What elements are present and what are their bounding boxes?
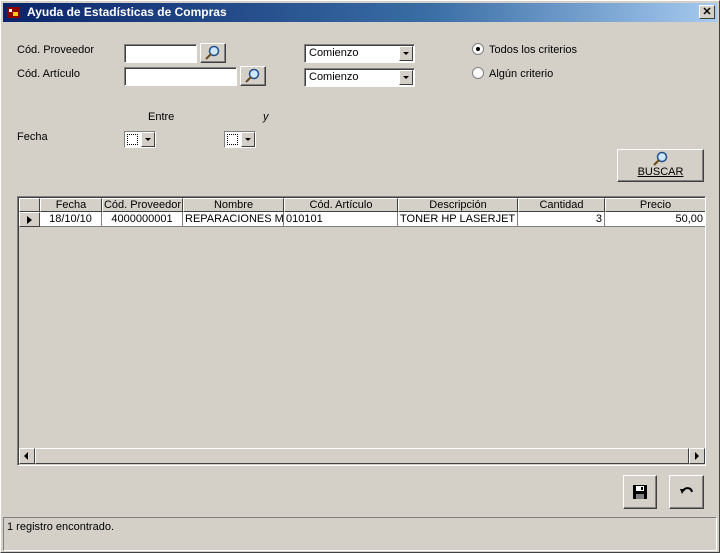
magnifier-icon bbox=[245, 68, 260, 83]
main-window: Ayuda de Estadísticas de Compras ✕ Cód. … bbox=[0, 0, 720, 553]
articulo-match-value: Comienzo bbox=[309, 71, 359, 83]
chevron-down-icon bbox=[145, 138, 151, 141]
buscar-label: BUSCAR bbox=[637, 166, 684, 178]
arrow-right-icon bbox=[695, 452, 699, 460]
undo-button[interactable] bbox=[669, 475, 704, 509]
col-nombre-header[interactable]: Nombre bbox=[183, 198, 284, 212]
proveedor-match-value: Comienzo bbox=[309, 47, 359, 59]
dropdown-button[interactable] bbox=[399, 70, 413, 85]
scroll-right-button[interactable] bbox=[689, 448, 705, 464]
entre-label: Entre bbox=[148, 111, 175, 123]
scroll-thumb[interactable] bbox=[35, 448, 689, 464]
arrow-left-icon bbox=[24, 452, 28, 460]
fecha-desde-picker[interactable] bbox=[124, 131, 156, 148]
title-bar[interactable]: Ayuda de Estadísticas de Compras ✕ bbox=[3, 3, 717, 22]
cell-cod-proveedor[interactable]: 4000000001 bbox=[102, 212, 183, 227]
articulo-match-select[interactable]: Comienzo bbox=[304, 68, 415, 87]
dropdown-button[interactable] bbox=[399, 46, 413, 61]
grid-header: Fecha Cód. Proveedor Nombre Cód. Artícul… bbox=[19, 198, 705, 212]
cell-descripcion[interactable]: TONER HP LASERJET bbox=[398, 212, 518, 227]
articulo-lookup-button[interactable] bbox=[240, 66, 266, 86]
row-selector[interactable] bbox=[19, 212, 40, 227]
chevron-down-icon bbox=[403, 52, 409, 55]
proveedor-match-select[interactable]: Comienzo bbox=[304, 44, 415, 63]
cell-cod-articulo[interactable]: 010101 bbox=[284, 212, 398, 227]
table-row[interactable]: 18/10/10 4000000001 REPARACIONES M 01010… bbox=[19, 212, 705, 227]
chevron-down-icon bbox=[403, 76, 409, 79]
cell-cantidad[interactable]: 3 bbox=[518, 212, 605, 227]
proveedor-label: Cód. Proveedor bbox=[17, 44, 95, 56]
y-label: y bbox=[263, 111, 269, 123]
proveedor-input[interactable] bbox=[124, 44, 197, 63]
magnifier-icon bbox=[205, 45, 220, 60]
proveedor-lookup-button[interactable] bbox=[200, 43, 226, 63]
col-descripcion-header[interactable]: Descripción bbox=[398, 198, 518, 212]
dropdown-button[interactable] bbox=[241, 132, 255, 147]
chevron-down-icon bbox=[245, 138, 251, 141]
scroll-left-button[interactable] bbox=[19, 448, 35, 464]
app-icon bbox=[7, 7, 20, 18]
radio-todos-label: Todos los criterios bbox=[489, 44, 578, 56]
close-icon: ✕ bbox=[702, 6, 712, 18]
fecha-hasta-picker[interactable] bbox=[224, 131, 256, 148]
magnifier-icon bbox=[653, 151, 668, 166]
save-button[interactable] bbox=[623, 475, 657, 509]
cell-fecha[interactable]: 18/10/10 bbox=[40, 212, 102, 227]
articulo-label: Cód. Artículo bbox=[17, 68, 80, 80]
radio-algun-criterio[interactable] bbox=[472, 67, 484, 79]
cell-precio[interactable]: 50,00 bbox=[605, 212, 705, 227]
fecha-desde-checkbox[interactable] bbox=[127, 134, 138, 145]
col-precio-header[interactable]: Precio bbox=[605, 198, 705, 212]
floppy-disk-icon bbox=[633, 485, 647, 499]
col-fecha-header[interactable]: Fecha bbox=[40, 198, 102, 212]
fecha-hasta-checkbox[interactable] bbox=[227, 134, 238, 145]
fecha-label: Fecha bbox=[17, 131, 48, 143]
buscar-button[interactable]: BUSCAR bbox=[617, 149, 704, 182]
grid-corner bbox=[19, 198, 40, 212]
results-grid[interactable]: Fecha Cód. Proveedor Nombre Cód. Artícul… bbox=[17, 196, 706, 466]
cell-nombre[interactable]: REPARACIONES M bbox=[183, 212, 284, 227]
radio-selected-dot bbox=[476, 47, 480, 51]
close-button[interactable]: ✕ bbox=[699, 5, 715, 19]
horizontal-scrollbar[interactable] bbox=[19, 448, 705, 464]
radio-todos-criterios[interactable] bbox=[472, 43, 484, 55]
undo-arrow-icon bbox=[680, 487, 693, 494]
articulo-input[interactable] bbox=[124, 67, 237, 86]
status-bar: 1 registro encontrado. bbox=[3, 517, 717, 551]
col-cantidad-header[interactable]: Cantidad bbox=[518, 198, 605, 212]
current-row-arrow-icon bbox=[27, 216, 32, 224]
status-text: 1 registro encontrado. bbox=[7, 521, 115, 533]
radio-algun-label: Algún criterio bbox=[489, 68, 554, 80]
window-title: Ayuda de Estadísticas de Compras bbox=[27, 5, 227, 19]
col-cod-articulo-header[interactable]: Cód. Artículo bbox=[284, 198, 398, 212]
col-cod-proveedor-header[interactable]: Cód. Proveedor bbox=[102, 198, 183, 212]
dropdown-button[interactable] bbox=[141, 132, 155, 147]
